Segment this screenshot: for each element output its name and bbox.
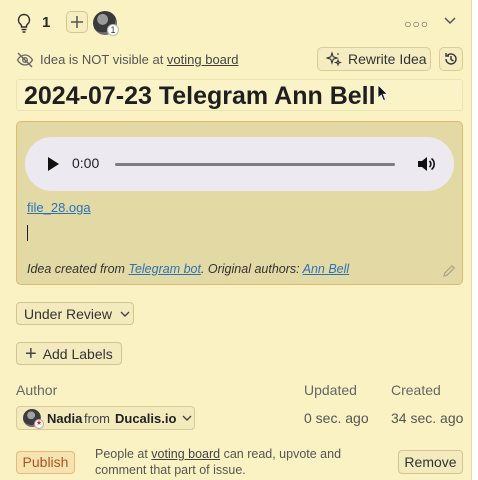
created-from-text: Idea created from Telegram bot. Original… (27, 262, 349, 276)
author-selector[interactable]: ★ Nadia from Ducalis.io (16, 406, 195, 430)
chevron-down-icon[interactable] (443, 13, 457, 27)
audio-time: 0:00 (72, 155, 100, 171)
volume-icon[interactable] (417, 155, 435, 173)
idea-title-field[interactable]: 2024-07-23 Telegram Ann Bell (16, 79, 463, 111)
add-labels-label: Add Labels (42, 345, 113, 362)
publish-note: People at voting board can read, upvote … (95, 446, 365, 478)
author-header: Author (16, 382, 58, 398)
status-label: Under Review (24, 305, 112, 322)
chevron-down-icon (182, 415, 192, 421)
more-horizontal-icon[interactable]: ○○○ (404, 17, 429, 31)
text-caret (27, 225, 28, 241)
author-company: Ducalis.io (115, 411, 177, 426)
updated-header: Updated (304, 382, 357, 398)
visibility-row: Idea is NOT visible at voting board Rewr… (16, 47, 463, 73)
telegram-bot-link[interactable]: Telegram bot (128, 262, 201, 276)
idea-panel: 1 1 ○○○ Idea is NOT visible at voting bo… (0, 0, 472, 480)
sparkles-icon (326, 51, 342, 67)
voting-board-link[interactable]: voting board (167, 52, 239, 67)
chevron-down-icon (120, 311, 130, 317)
history-icon (445, 53, 457, 65)
voter-count-badge: 1 (107, 24, 119, 36)
plus-icon: + (25, 342, 37, 365)
publish-voting-board-link[interactable]: voting board (151, 447, 220, 461)
author-from: from (84, 411, 110, 426)
add-labels-button[interactable]: + Add Labels (16, 342, 122, 365)
pencil-icon[interactable] (443, 264, 456, 277)
history-button[interactable] (439, 47, 463, 71)
author-name: Nadia (47, 411, 83, 426)
visibility-prefix: Idea is NOT visible at (40, 52, 167, 67)
idea-topbar: 1 1 ○○○ (14, 9, 463, 37)
original-author-link[interactable]: Ann Bell (303, 262, 350, 276)
audio-progress-track[interactable] (115, 163, 395, 166)
created-value: 34 sec. ago (391, 410, 464, 426)
idea-title: 2024-07-23 Telegram Ann Bell (24, 82, 376, 110)
remove-button[interactable]: Remove (398, 450, 463, 474)
created-prefix: Idea created from (27, 262, 129, 276)
lightbulb-icon[interactable] (16, 13, 32, 33)
rewrite-idea-label: Rewrite Idea (348, 51, 427, 67)
eye-off-icon (16, 52, 34, 68)
created-header: Created (391, 382, 441, 398)
updated-value: 0 sec. ago (304, 410, 369, 426)
mouse-pointer-icon (377, 84, 389, 102)
vote-count: 1 (42, 14, 51, 31)
file-link[interactable]: file_28.oga (27, 200, 91, 215)
add-voter-button[interactable] (66, 11, 88, 33)
idea-description[interactable]: 0:00 file_28.oga Idea created from Teleg… (16, 121, 463, 285)
visibility-text: Idea is NOT visible at voting board (40, 52, 238, 67)
scrollbar[interactable] (472, 0, 478, 480)
rewrite-idea-button[interactable]: Rewrite Idea (317, 47, 431, 71)
audio-player[interactable]: 0:00 (25, 137, 454, 191)
publish-button[interactable]: Publish (16, 451, 75, 474)
star-icon: ★ (34, 419, 44, 429)
plus-icon (71, 16, 83, 28)
play-icon[interactable] (47, 157, 59, 171)
authors-prefix: . Original authors: (200, 262, 303, 276)
publish-note-prefix: People at (95, 447, 152, 461)
status-dropdown[interactable]: Under Review (16, 302, 134, 325)
